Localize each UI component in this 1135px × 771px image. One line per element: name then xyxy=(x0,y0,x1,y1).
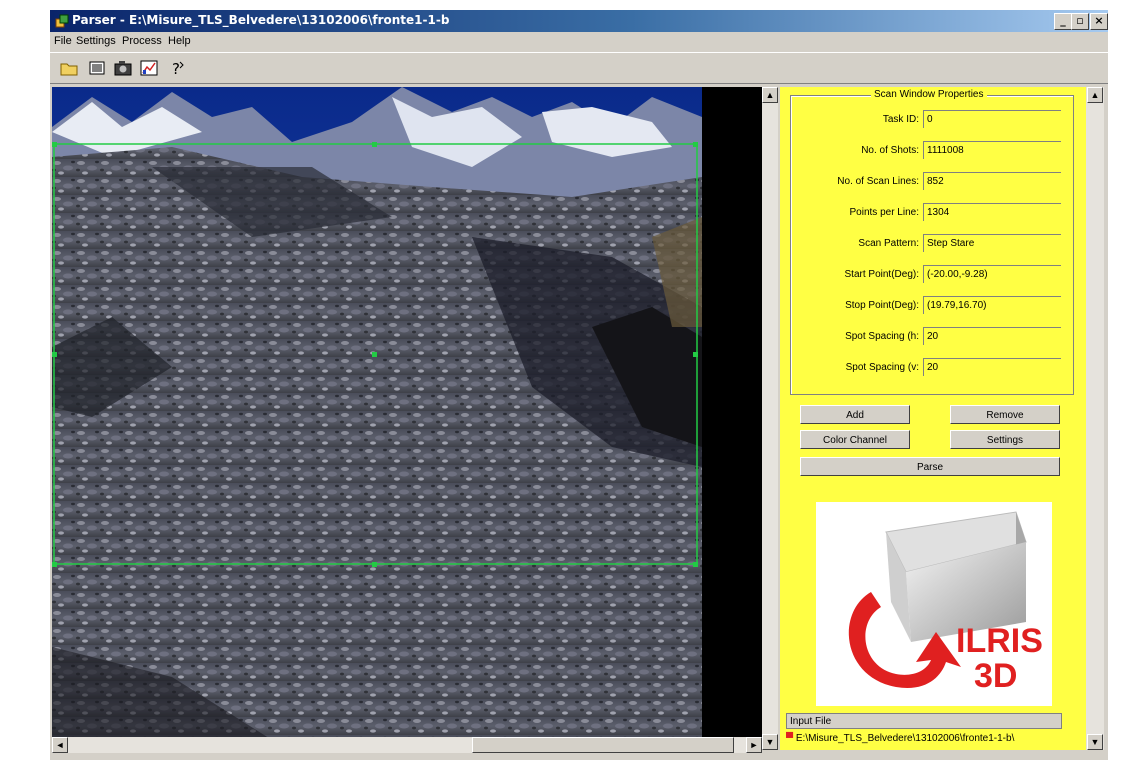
add-button[interactable]: Add xyxy=(800,405,910,424)
scroll-down-icon[interactable]: ▼ xyxy=(1087,734,1103,750)
chart-icon[interactable] xyxy=(138,58,160,78)
menu-help[interactable]: Help xyxy=(168,35,191,47)
panel-vertical-scrollbar[interactable]: ▲ ▼ xyxy=(1086,87,1104,750)
app-icon xyxy=(55,14,69,28)
minimize-button[interactable]: _ xyxy=(1054,13,1072,30)
menu-process[interactable]: Process xyxy=(122,35,162,47)
points-per-line-field[interactable]: 1304 xyxy=(923,203,1061,221)
property-row: No. of Shots: 1111008 xyxy=(791,139,1073,163)
properties-panel: Scan Window Properties Task ID: 0 No. of… xyxy=(780,87,1086,750)
window-title: Parser - E:\Misure_TLS_Belvedere\1310200… xyxy=(72,13,450,27)
property-label: Spot Spacing (h: xyxy=(845,331,919,342)
remove-button[interactable]: Remove xyxy=(950,405,1060,424)
image-horizontal-scrollbar[interactable]: ◄ ► xyxy=(52,737,762,753)
menu-bar: File Settings Process Help xyxy=(50,33,1108,51)
scroll-down-icon[interactable]: ▼ xyxy=(762,734,778,750)
property-label: No. of Scan Lines: xyxy=(837,176,919,187)
scan-pattern-field[interactable]: Step Stare xyxy=(923,234,1061,252)
open-folder-icon[interactable] xyxy=(58,58,80,78)
property-label: Spot Spacing (v: xyxy=(845,362,919,373)
shots-field[interactable]: 1111008 xyxy=(923,141,1061,159)
scroll-up-icon[interactable]: ▲ xyxy=(1087,87,1103,103)
input-file-path: E:\Misure_TLS_Belvedere\13102006\fronte1… xyxy=(795,733,1015,744)
property-label: Task ID: xyxy=(882,114,919,125)
property-label: Start Point(Deg): xyxy=(844,269,919,280)
property-label: Scan Pattern: xyxy=(858,238,919,249)
scroll-up-icon[interactable]: ▲ xyxy=(762,87,778,103)
toolbar: ? xyxy=(50,52,1108,84)
terrain-image xyxy=(52,87,702,740)
scroll-right-icon[interactable]: ► xyxy=(746,737,762,753)
scroll-left-icon[interactable]: ◄ xyxy=(52,737,68,753)
file-icon: ▀ xyxy=(786,733,794,744)
parse-button[interactable]: Parse xyxy=(800,457,1060,476)
spot-spacing-v-field[interactable]: 20 xyxy=(923,358,1061,376)
stop-point-field[interactable]: (19.79,16.70) xyxy=(923,296,1061,314)
menu-file[interactable]: File xyxy=(54,35,72,47)
scan-window-properties-group: Scan Window Properties Task ID: 0 No. of… xyxy=(790,89,1074,395)
close-button[interactable]: × xyxy=(1090,13,1108,30)
property-row: Task ID: 0 xyxy=(791,108,1073,132)
settings-button[interactable]: Settings xyxy=(950,430,1060,449)
ilris-3d-logo: ILRIS 3D xyxy=(816,502,1052,706)
logo-graphic: ILRIS 3D xyxy=(848,511,1043,695)
mountain-photo xyxy=(52,87,702,740)
property-row: Points per Line: 1304 xyxy=(791,201,1073,225)
maximize-button[interactable]: ▫ xyxy=(1071,13,1089,30)
property-row: Stop Point(Deg): (19.79,16.70) xyxy=(791,294,1073,318)
color-channel-button[interactable]: Color Channel xyxy=(800,430,910,449)
property-row: Spot Spacing (v: 20 xyxy=(791,356,1073,380)
start-point-field[interactable]: (-20.00,-9.28) xyxy=(923,265,1061,283)
svg-text:?: ? xyxy=(172,60,180,78)
logo-text-ilris: ILRIS xyxy=(956,622,1043,660)
property-row: Scan Pattern: Step Stare xyxy=(791,232,1073,256)
property-row: No. of Scan Lines: 852 xyxy=(791,170,1073,194)
parser-window: Parser - E:\Misure_TLS_Belvedere\1310200… xyxy=(50,10,1108,760)
status-bar xyxy=(50,752,1108,760)
scan-image-view[interactable] xyxy=(52,87,762,750)
property-row: Start Point(Deg): (-20.00,-9.28) xyxy=(791,263,1073,287)
input-file-label: Input File xyxy=(786,713,1062,729)
group-title: Scan Window Properties xyxy=(871,89,987,100)
title-bar: Parser - E:\Misure_TLS_Belvedere\1310200… xyxy=(50,10,1108,32)
image-icon[interactable] xyxy=(86,58,108,78)
property-label: Stop Point(Deg): xyxy=(845,300,919,311)
logo-text-3d: 3D xyxy=(974,657,1017,695)
spot-spacing-h-field[interactable]: 20 xyxy=(923,327,1061,345)
property-label: No. of Shots: xyxy=(861,145,919,156)
help-icon[interactable]: ? xyxy=(166,58,188,78)
scroll-thumb[interactable] xyxy=(472,737,734,753)
task-id-field[interactable]: 0 xyxy=(923,110,1061,128)
image-border xyxy=(702,87,762,740)
scan-lines-field[interactable]: 852 xyxy=(923,172,1061,190)
input-file-item[interactable]: ▀ E:\Misure_TLS_Belvedere\13102006\front… xyxy=(786,730,1076,748)
camera-icon[interactable] xyxy=(112,58,134,78)
property-label: Points per Line: xyxy=(849,207,920,218)
menu-settings[interactable]: Settings xyxy=(76,35,116,47)
property-row: Spot Spacing (h: 20 xyxy=(791,325,1073,349)
image-vertical-scrollbar[interactable]: ▲ ▼ xyxy=(762,87,778,750)
